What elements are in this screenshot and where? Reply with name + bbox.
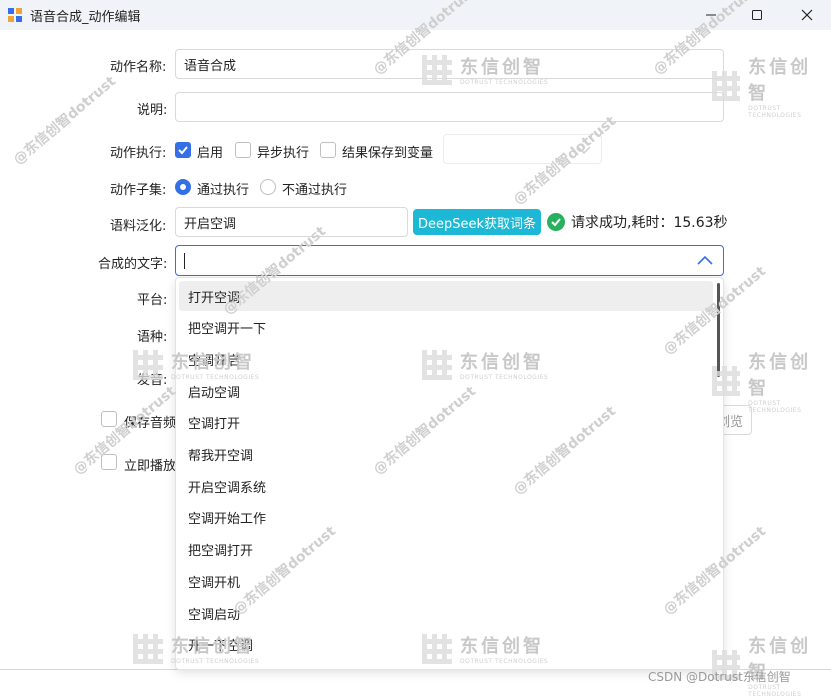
pass-label: 通过执行 [197, 183, 250, 198]
check-icon [178, 146, 188, 155]
dropdown-scrollbar[interactable] [717, 283, 720, 377]
success-check-icon [547, 213, 565, 231]
suggestion-item[interactable]: 空调开机 [179, 566, 713, 596]
watermark-logo: 东信创智 DOTRUST TECHNOLOGIES [712, 53, 831, 119]
suggestion-item[interactable]: 开一下空调 [179, 630, 713, 660]
suggestion-item[interactable]: 开启空调系统 [179, 471, 713, 501]
action-name-label: 动作名称: [110, 60, 167, 75]
suggestion-item[interactable]: 把空调打开 [179, 535, 713, 565]
title-bar[interactable]: 语音合成_动作编辑 [0, 0, 831, 30]
generalize-input[interactable]: 开启空调 [175, 207, 408, 237]
status-text: 请求成功,耗时：15.63秒 [571, 215, 728, 231]
voice-label: 发音: [137, 373, 168, 388]
maximize-icon [752, 10, 762, 20]
action-name-value: 语音合成 [184, 58, 237, 74]
csdn-credit: CSDN @Dotrust东信创智 [648, 670, 791, 684]
app-logo-icon [8, 8, 22, 22]
close-button[interactable] [784, 0, 830, 30]
dialog-window: 语音合成_动作编辑 动作名称: 语音合成 说明: 动作执行: 启用 异步执行 结… [0, 0, 831, 698]
async-label: 异步执行 [257, 146, 310, 161]
text-caret [184, 253, 185, 269]
fail-label: 不通过执行 [282, 183, 348, 198]
window-title: 语音合成_动作编辑 [30, 10, 141, 25]
suggestion-item[interactable]: 空调打开 [179, 408, 713, 438]
save-audio-label: 保存音频 [124, 416, 177, 431]
generalize-value: 开启空调 [184, 216, 237, 232]
chevron-down-icon [577, 146, 591, 155]
save-var-label: 结果保存到变量 [342, 146, 434, 161]
variable-select[interactable] [443, 134, 602, 164]
suggestion-item[interactable]: 空调开起来 [179, 661, 713, 669]
pass-radio[interactable] [175, 179, 191, 195]
watermark-logo: 东信创智 DOTRUST TECHNOLOGIES [712, 632, 831, 698]
minimize-button[interactable] [688, 0, 734, 30]
suggestion-item[interactable]: 空调启动 [179, 598, 713, 628]
watermark-diagonal: @东信创智dotrust [10, 73, 120, 169]
play-now-checkbox[interactable] [101, 454, 117, 470]
save-var-checkbox[interactable] [320, 142, 336, 158]
close-icon [801, 9, 813, 21]
enable-label: 启用 [197, 146, 224, 161]
suggestion-item[interactable]: 把空调开一下 [179, 313, 713, 343]
suggestion-item[interactable]: 空调开启 [179, 344, 713, 374]
minimize-icon [706, 14, 716, 16]
maximize-button[interactable] [734, 0, 780, 30]
synth-text-combobox[interactable] [175, 245, 724, 276]
suggestion-item[interactable]: 打开空调 [179, 281, 713, 311]
suggestion-item[interactable]: 帮我开空调 [179, 440, 713, 470]
subset-label: 动作子集: [110, 183, 167, 198]
generalize-label: 语料泛化: [110, 219, 167, 234]
enable-checkbox[interactable] [175, 142, 191, 158]
chevron-up-icon[interactable] [697, 254, 713, 266]
suggestion-dropdown[interactable]: 打开空调 把空调开一下 空调开启 启动空调 空调打开 帮我开空调 开启空调系统 空调开始工作把… [175, 277, 724, 670]
async-checkbox[interactable] [235, 142, 251, 158]
deepseek-fetch-button[interactable]: DeepSeek获取词条 [413, 209, 541, 235]
synth-text-label: 合成的文字: [98, 257, 168, 272]
suggestion-item[interactable]: 空调开始工作 [179, 503, 713, 533]
action-name-input[interactable]: 语音合成 [175, 49, 724, 79]
platform-label: 平台: [137, 293, 168, 308]
suggestion-item[interactable]: 启动空调 [179, 376, 713, 406]
save-audio-checkbox[interactable] [101, 411, 117, 427]
description-input[interactable] [175, 92, 724, 122]
fail-radio[interactable] [260, 179, 276, 195]
description-label: 说明: [137, 103, 168, 118]
play-now-label: 立即播放 [124, 459, 177, 474]
language-label: 语种: [137, 330, 168, 345]
exec-label: 动作执行: [110, 146, 167, 161]
